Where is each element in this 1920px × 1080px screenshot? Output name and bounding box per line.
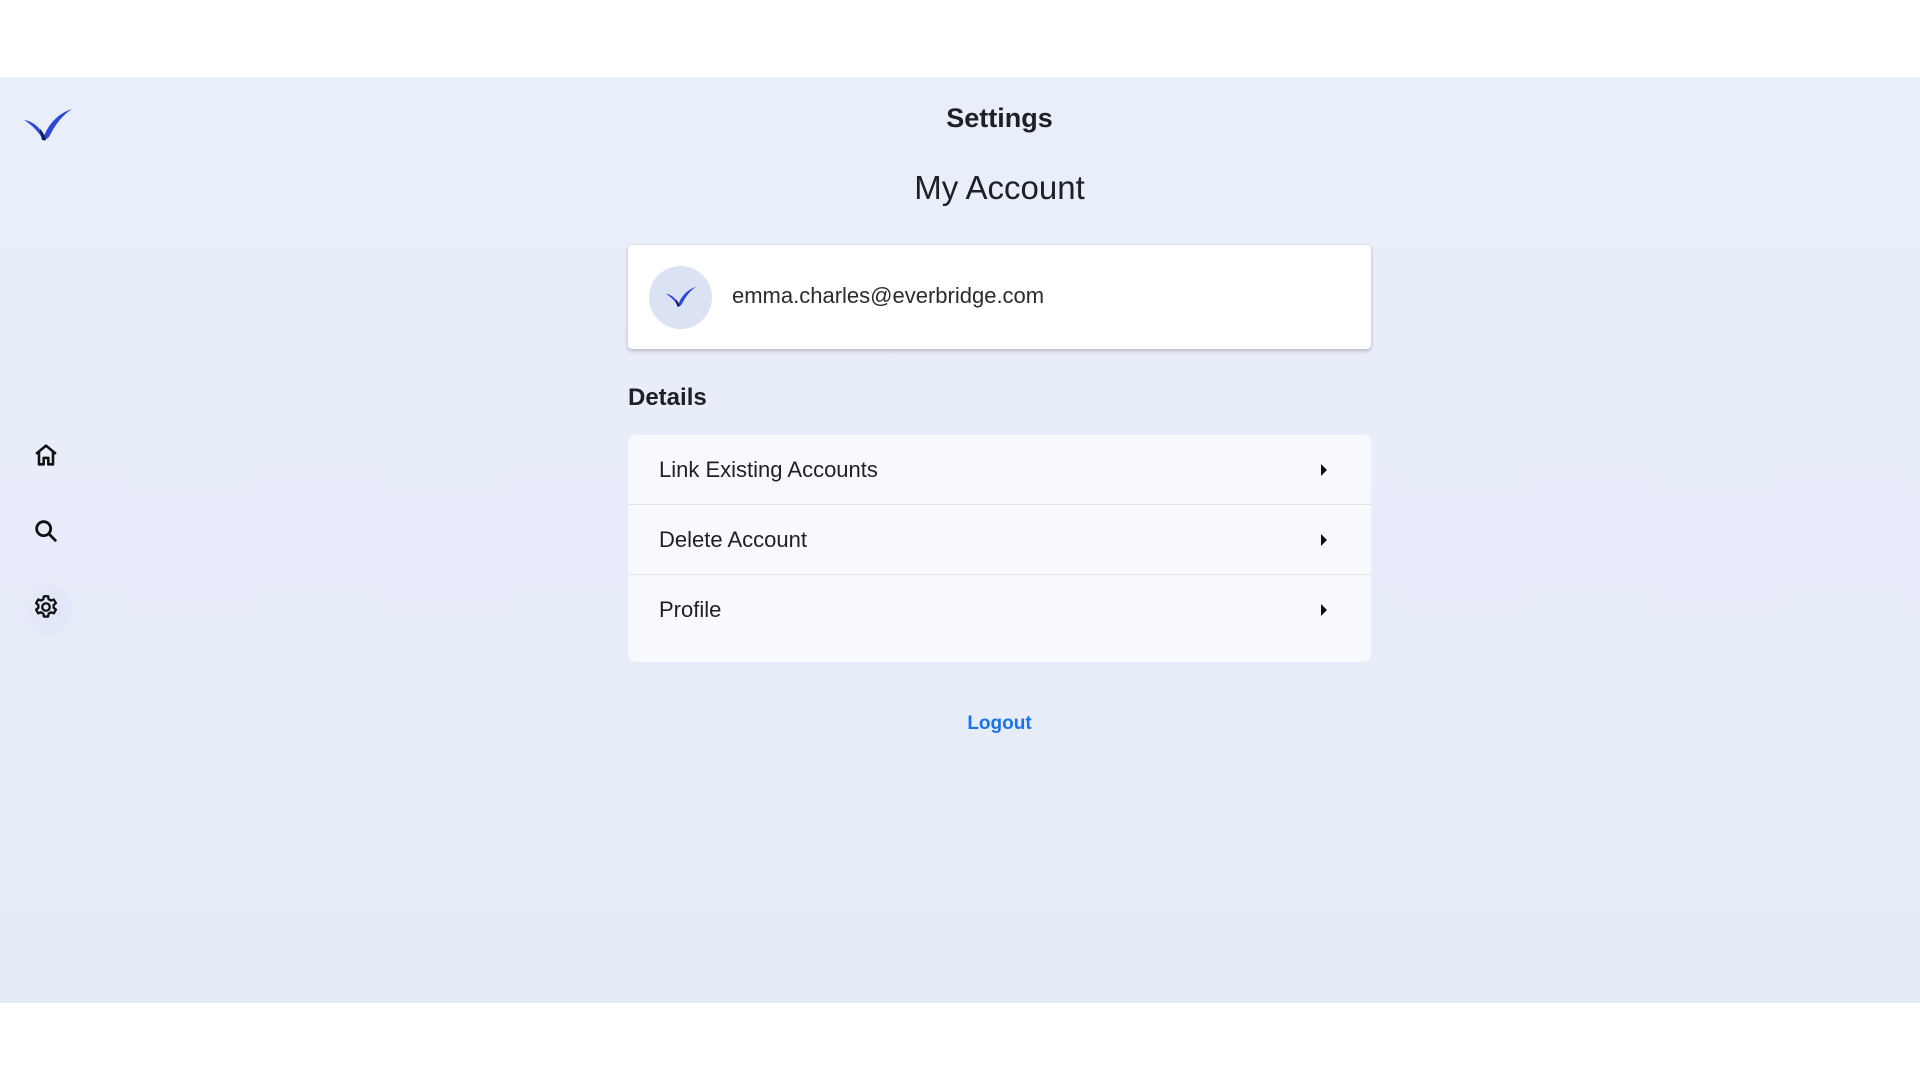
- detail-item-link-existing-accounts[interactable]: Link Existing Accounts: [628, 435, 1371, 505]
- caret-right-icon: [1321, 464, 1327, 476]
- detail-item-label: Profile: [659, 597, 722, 622]
- settings-panel: Settings My Account emma.charles@everbri…: [628, 77, 1371, 1003]
- detail-item-delete-account[interactable]: Delete Account: [628, 505, 1371, 575]
- account-card: emma.charles@everbridge.com: [628, 245, 1371, 349]
- logout-button[interactable]: Logout: [628, 713, 1371, 735]
- my-account-title: My Account: [914, 169, 1085, 206]
- sidebar: [0, 77, 100, 1003]
- caret-right-icon: [1321, 604, 1327, 616]
- page-title: Settings: [946, 103, 1053, 133]
- details-heading: Details: [628, 384, 707, 411]
- detail-item-profile[interactable]: Profile: [628, 575, 1371, 644]
- gear-icon: [32, 593, 60, 626]
- detail-item-label: Link Existing Accounts: [659, 457, 878, 482]
- sidebar-item-home[interactable]: [20, 431, 72, 483]
- everbridge-logo-icon[interactable]: [22, 103, 74, 141]
- caret-right-icon: [1321, 534, 1327, 546]
- account-email: emma.charles@everbridge.com: [732, 283, 1045, 308]
- app-window: Settings My Account emma.charles@everbri…: [0, 77, 1920, 1003]
- sidebar-item-search[interactable]: [20, 507, 72, 559]
- home-icon: [32, 441, 60, 474]
- details-list: Link Existing Accounts Delete Account Pr…: [628, 435, 1371, 662]
- everbridge-avatar-icon: [664, 283, 698, 312]
- detail-item-label: Delete Account: [659, 527, 807, 552]
- sidebar-item-settings[interactable]: [20, 583, 72, 635]
- avatar: [649, 266, 712, 329]
- search-icon: [32, 517, 60, 550]
